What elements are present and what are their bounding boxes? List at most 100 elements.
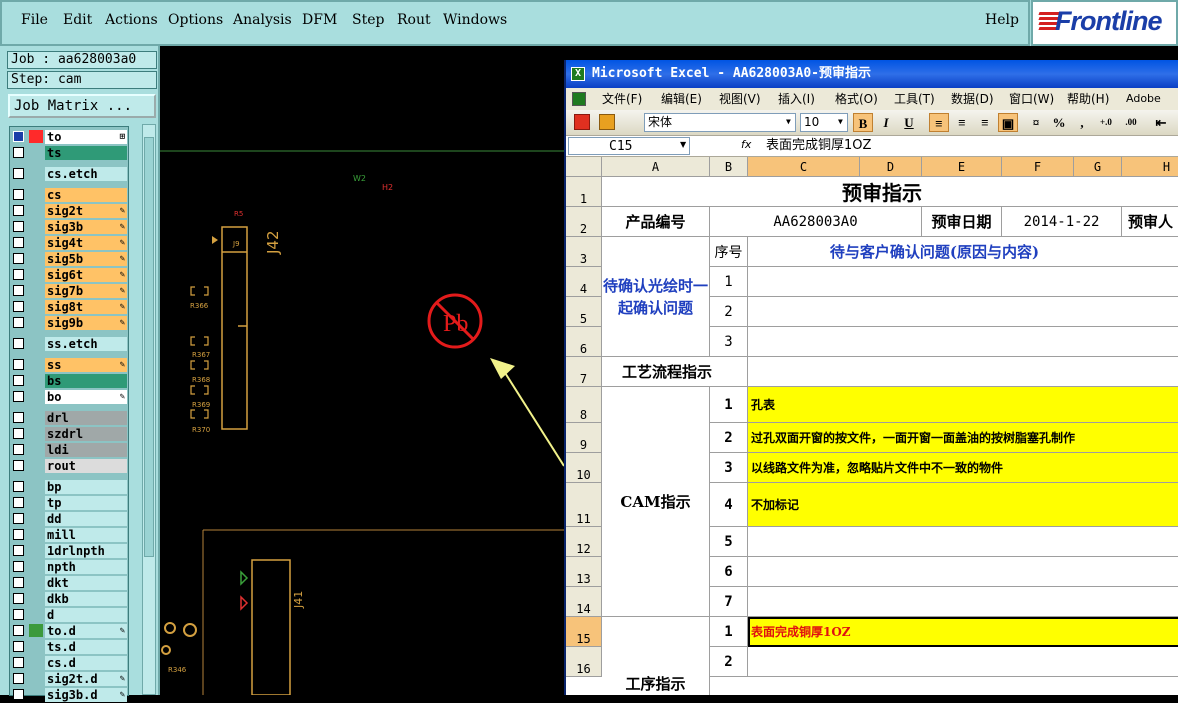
row-header-4[interactable]: 4: [566, 267, 602, 297]
layer-checkbox[interactable]: [13, 561, 24, 572]
row-header-14[interactable]: 14: [566, 587, 602, 617]
cell-cam-seq[interactable]: 1: [710, 387, 748, 423]
layer-checkbox[interactable]: [13, 237, 24, 248]
layer-checkbox[interactable]: [13, 391, 24, 402]
layer-checkbox[interactable]: [13, 444, 24, 455]
layer-name[interactable]: cs.d: [45, 656, 127, 670]
layer-checkbox[interactable]: [13, 253, 24, 264]
excel-menu-file[interactable]: 文件(F): [602, 88, 642, 110]
cell-product-no-label[interactable]: 产品编号: [602, 207, 710, 237]
layer-checkbox[interactable]: [13, 189, 24, 200]
layer-row-sig5b[interactable]: sig5b ✎: [10, 251, 130, 267]
fx-icon[interactable]: fx: [741, 138, 751, 151]
layer-row-tp[interactable]: tp: [10, 495, 130, 511]
layer-row-dd[interactable]: dd: [10, 511, 130, 527]
row-header-12[interactable]: 12: [566, 527, 602, 557]
excel-titlebar[interactable]: X Microsoft Excel - AA628003A0-预审指示: [566, 60, 1178, 88]
layer-row-bp[interactable]: bp: [10, 479, 130, 495]
row-header-11[interactable]: 11: [566, 483, 602, 527]
layer-name[interactable]: npth: [45, 560, 127, 574]
layer-row-1drlnpth[interactable]: 1drlnpth: [10, 543, 130, 559]
layer-checkbox[interactable]: [13, 545, 24, 556]
excel-menu-format[interactable]: 格式(O): [835, 88, 878, 110]
cell-seq[interactable]: 3: [710, 327, 748, 357]
cell-issue-content[interactable]: [748, 297, 1178, 327]
layer-name[interactable]: ldi: [45, 443, 127, 457]
decrease-decimal-icon[interactable]: .00: [1121, 113, 1141, 132]
cell-customer-issue-header[interactable]: 待与客户确认问题(原因与内容): [748, 237, 1178, 267]
row-header-16[interactable]: 16: [566, 647, 602, 677]
layer-checkbox[interactable]: [13, 625, 24, 636]
menu-file[interactable]: File: [21, 12, 48, 28]
layer-row-szdrl[interactable]: szdrl: [10, 426, 130, 442]
cell-review-date[interactable]: 2014-1-22: [1002, 207, 1122, 237]
name-box[interactable]: C15: [568, 137, 690, 155]
cell-cam-seq[interactable]: 7: [710, 587, 748, 617]
layer-name[interactable]: bs: [45, 374, 127, 388]
layer-row-sig7b[interactable]: sig7b ✎: [10, 283, 130, 299]
layer-row-sig4t[interactable]: sig4t ✎: [10, 235, 130, 251]
layer-name[interactable]: tp: [45, 496, 127, 510]
excel-menu-view[interactable]: 视图(V): [719, 88, 761, 110]
layer-checkbox[interactable]: [13, 641, 24, 652]
layer-row-dkb[interactable]: dkb: [10, 591, 130, 607]
layer-name[interactable]: ss ✎: [45, 358, 127, 372]
excel-menu-tools[interactable]: 工具(T): [894, 88, 935, 110]
row-header-5[interactable]: 5: [566, 297, 602, 327]
cell-product-no[interactable]: AA628003A0: [710, 207, 922, 237]
layer-name[interactable]: sig6t ✎: [45, 268, 127, 282]
cell-cam-seq[interactable]: 4: [710, 483, 748, 527]
name-box-dropdown-icon[interactable]: ▼: [680, 140, 686, 149]
layer-checkbox[interactable]: [13, 317, 24, 328]
layer-name[interactable]: dd: [45, 512, 127, 526]
layer-checkbox[interactable]: [13, 285, 24, 296]
cell-cam-item-9[interactable]: 过孔双面开窗的按文件，一面开窗一面盖油的按树脂塞孔制作: [748, 423, 1178, 453]
increase-decimal-icon[interactable]: +.0: [1096, 113, 1116, 132]
cell-seq-header[interactable]: 序号: [710, 237, 748, 267]
layer-name[interactable]: drl: [45, 411, 127, 425]
layer-row-bs[interactable]: bs: [10, 373, 130, 389]
excel-menu-window[interactable]: 窗口(W): [1009, 88, 1054, 110]
layer-color-swatch[interactable]: [29, 130, 43, 143]
layer-checkbox[interactable]: [13, 513, 24, 524]
underline-button[interactable]: U: [899, 113, 919, 132]
menu-step[interactable]: Step: [352, 12, 384, 28]
cell-seq[interactable]: 2: [710, 297, 748, 327]
pdf-email-icon[interactable]: [599, 114, 615, 130]
excel-doc-icon[interactable]: [572, 92, 586, 106]
menu-analysis[interactable]: Analysis: [233, 12, 292, 28]
cell-cam-seq[interactable]: 6: [710, 557, 748, 587]
layer-row-cs[interactable]: cs: [10, 187, 130, 203]
layer-checkbox[interactable]: [13, 221, 24, 232]
cell-process-instructions[interactable]: 工序指示: [602, 617, 710, 695]
layer-name[interactable]: sig4t ✎: [45, 236, 127, 250]
column-header-E[interactable]: E: [922, 157, 1002, 177]
menu-dfm[interactable]: DFM: [302, 12, 337, 28]
cell-review-date-label[interactable]: 预审日期: [922, 207, 1002, 237]
align-left-button[interactable]: ≡: [929, 113, 949, 132]
excel-window[interactable]: X Microsoft Excel - AA628003A0-预审指示 文件(F…: [564, 60, 1178, 695]
layer-checkbox[interactable]: [13, 301, 24, 312]
column-header-C[interactable]: C: [748, 157, 860, 177]
comma-button[interactable]: ,: [1072, 113, 1092, 132]
excel-menu-help[interactable]: 帮助(H): [1067, 88, 1109, 110]
merge-center-button[interactable]: ▣: [998, 113, 1018, 132]
row-header-6[interactable]: 6: [566, 327, 602, 357]
excel-menu-insert[interactable]: 插入(I): [778, 88, 815, 110]
sheet-title[interactable]: 预审指示: [602, 177, 1178, 207]
cell-proc-seq[interactable]: 1: [710, 617, 748, 647]
layer-checkbox[interactable]: [13, 168, 24, 179]
cell-pending-issues[interactable]: 待确认光绘时一起确认问题: [602, 237, 710, 357]
layer-checkbox[interactable]: [13, 481, 24, 492]
layer-checkbox[interactable]: [13, 460, 24, 471]
percent-button[interactable]: %: [1049, 113, 1069, 132]
layer-checkbox[interactable]: [13, 657, 24, 668]
align-center-button[interactable]: ≡: [952, 113, 972, 132]
select-all-corner[interactable]: [566, 157, 602, 177]
layer-name[interactable]: ts: [45, 146, 127, 160]
layer-row-sig6t[interactable]: sig6t ✎: [10, 267, 130, 283]
layer-row-to[interactable]: to ⊞: [10, 129, 130, 145]
layer-name[interactable]: rout: [45, 459, 127, 473]
layer-checkbox[interactable]: [13, 338, 24, 349]
cell-cam-empty[interactable]: [748, 527, 1178, 557]
